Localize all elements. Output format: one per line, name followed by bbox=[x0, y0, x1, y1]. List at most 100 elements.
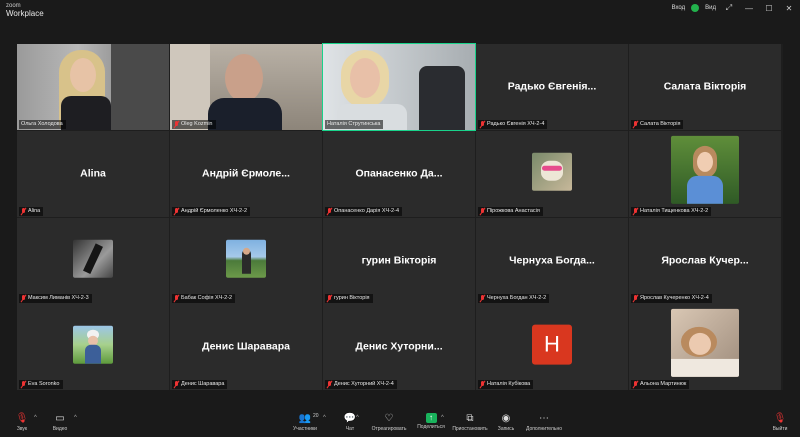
mic-muted-icon bbox=[633, 208, 638, 215]
share-button[interactable]: ↑ Поделиться bbox=[409, 413, 453, 435]
mic-muted-icon bbox=[327, 295, 332, 302]
participant-tile[interactable]: Чернуха Богда... Чернуха Богдан ХЧ-2-2 bbox=[476, 218, 628, 304]
participant-name-label: Eva Soronko bbox=[19, 380, 63, 389]
gallery-grid: Ольга Холодова Oleg Kozmin Наталія Струтин… bbox=[17, 43, 783, 390]
participant-display-name: Alina bbox=[80, 167, 106, 180]
chat-icon: 💬 bbox=[343, 413, 357, 424]
react-button[interactable]: ♡ Отреагировать bbox=[367, 413, 411, 435]
mic-muted-icon bbox=[480, 208, 485, 215]
mic-muted-icon bbox=[174, 121, 179, 128]
participant-display-name: Опанасенко Да... bbox=[355, 167, 443, 180]
participant-tile[interactable]: Eva Soronko bbox=[17, 304, 169, 390]
participant-avatar: H bbox=[532, 324, 572, 365]
participant-display-name: Денис Шаравара bbox=[201, 340, 291, 353]
participant-name-label: Пірожкова Анастасія bbox=[478, 207, 543, 216]
mic-muted-icon bbox=[480, 295, 485, 302]
more-button[interactable]: ⋯ Дополнительно bbox=[522, 413, 566, 435]
record-icon: ◉ bbox=[501, 413, 511, 424]
logo-line-2: Workplace bbox=[6, 9, 44, 18]
participant-name-label: Alina bbox=[19, 207, 44, 216]
login-label[interactable]: Вход bbox=[672, 5, 686, 11]
participant-tile[interactable]: Альона Мартинюк bbox=[629, 304, 781, 390]
participant-display-name: Денис Хуторни... bbox=[355, 340, 443, 353]
mic-muted-icon bbox=[480, 381, 485, 388]
mic-muted-icon bbox=[633, 121, 638, 128]
participant-tile[interactable]: Максим Лиманів ХЧ-2-3 bbox=[17, 218, 169, 304]
participant-tile[interactable]: Салата Вікторія Салата Вікторія bbox=[629, 44, 781, 130]
share-caret-icon[interactable]: ^ bbox=[441, 415, 444, 421]
mic-muted-icon bbox=[174, 295, 179, 302]
participant-name-label: Бабак Софія ХЧ-2-2 bbox=[172, 294, 236, 303]
more-icon: ⋯ bbox=[539, 413, 549, 424]
participants-icon: 👥 bbox=[298, 413, 312, 424]
mic-muted-icon: 🎙 bbox=[15, 413, 29, 424]
participant-name-label: Максим Лиманів ХЧ-2-3 bbox=[19, 294, 92, 303]
chat-button[interactable]: 💬 Чат bbox=[328, 413, 372, 435]
audio-caret-icon[interactable]: ^ bbox=[34, 415, 37, 421]
participant-display-name: Ярослав Кучер... bbox=[661, 254, 749, 267]
participant-name-label: Ольга Холодова bbox=[19, 120, 66, 129]
participant-display-name: Салата Вікторія bbox=[663, 80, 747, 93]
participants-caret-icon[interactable]: ^ bbox=[323, 415, 326, 421]
participant-tile[interactable]: Бабак Софія ХЧ-2-2 bbox=[170, 218, 322, 304]
close-icon[interactable]: ✕ bbox=[782, 4, 796, 13]
participant-tile[interactable]: H Наталія Кубікова bbox=[476, 304, 628, 390]
participant-name-label: Oleg Kozmin bbox=[172, 120, 216, 129]
participant-name-label: Наталія Струтинська bbox=[325, 120, 384, 129]
participant-name-label: гурин Вікторія bbox=[325, 294, 373, 303]
share-screen-icon: ↑ bbox=[425, 413, 437, 423]
mic-muted-icon bbox=[21, 295, 26, 302]
chat-caret-icon[interactable]: ^ bbox=[356, 415, 359, 421]
participants-button[interactable]: 👥 Участники bbox=[283, 413, 327, 435]
pause-icon: ⧉ bbox=[466, 413, 474, 424]
participant-tile[interactable]: гурин Вікторія гурин Вікторія bbox=[323, 218, 475, 304]
participant-display-name: гурин Вікторія bbox=[361, 254, 437, 267]
shield-icon[interactable] bbox=[691, 4, 700, 12]
participant-name-label: Альона Мартинюк bbox=[631, 380, 690, 389]
participant-tile[interactable]: Пірожкова Анастасія bbox=[476, 131, 628, 217]
participant-name-label: Денис Хуторний ХЧ-2-4 bbox=[325, 380, 397, 389]
mic-muted-icon bbox=[633, 295, 638, 302]
leave-icon: 🎙 bbox=[773, 413, 787, 424]
mic-muted-icon bbox=[174, 381, 179, 388]
participant-name-label: Радько Євгенія ХЧ-2-4 bbox=[478, 120, 548, 129]
mic-muted-icon bbox=[327, 381, 332, 388]
view-label[interactable]: Вид bbox=[705, 5, 716, 11]
video-caret-icon[interactable]: ^ bbox=[74, 415, 77, 421]
participant-display-name: Андрій Єрмоле... bbox=[202, 167, 290, 180]
participant-tile[interactable]: Наталія Тищенкова ХЧ-2-2 bbox=[629, 131, 781, 217]
participant-tile[interactable]: Наталія Струтинська bbox=[322, 43, 476, 131]
zoom-logo: zoom Workplace bbox=[6, 2, 44, 18]
leave-button[interactable]: 🎙 Выйти bbox=[758, 413, 800, 435]
participant-name-label: Наталія Тищенкова ХЧ-2-2 bbox=[631, 207, 712, 216]
participant-name-label: Опанасенко Дарія ХЧ-2-4 bbox=[325, 207, 402, 216]
participant-name-label: Денис Шаравара bbox=[172, 380, 228, 389]
participant-tile[interactable]: Андрій Єрмоле... Андрій Єрмоленко ХЧ-2-2 bbox=[170, 131, 322, 217]
title-bar: zoom Workplace Вход Вид ⤢ — ☐ ✕ bbox=[0, 0, 800, 20]
participant-name-label: Ярослав Кучеренко ХЧ-2-4 bbox=[631, 294, 712, 303]
participant-tile[interactable]: Ольга Холодова bbox=[17, 44, 169, 130]
participant-tile[interactable]: Денис Шаравара Денис Шаравара bbox=[170, 304, 322, 390]
participant-tile[interactable]: Радько Євгенія... Радько Євгенія ХЧ-2-4 bbox=[476, 44, 628, 130]
mic-muted-icon bbox=[633, 381, 638, 388]
minimize-icon[interactable]: — bbox=[742, 4, 756, 13]
participant-name-label: Чернуха Богдан ХЧ-2-2 bbox=[478, 294, 550, 303]
mic-muted-icon bbox=[174, 208, 179, 215]
mic-muted-icon bbox=[327, 208, 332, 215]
mic-muted-icon bbox=[21, 381, 26, 388]
participant-tile[interactable]: Денис Хуторни... Денис Хуторний ХЧ-2-4 bbox=[323, 304, 475, 390]
maximize-icon[interactable]: ☐ bbox=[762, 4, 776, 13]
fullscreen-icon[interactable]: ⤢ bbox=[722, 3, 736, 13]
participant-tile[interactable]: Oleg Kozmin bbox=[170, 44, 322, 130]
participant-display-name: Чернуха Богда... bbox=[509, 254, 595, 267]
meeting-toolbar: 🎙 Звук ^ ▭ Видео ^ 👥 Участники 20 ^ 💬 Ча… bbox=[0, 411, 800, 437]
heart-icon: ♡ bbox=[384, 413, 394, 424]
mic-muted-icon bbox=[480, 121, 485, 128]
participant-name-label: Андрій Єрмоленко ХЧ-2-2 bbox=[172, 207, 251, 216]
participant-name-label: Наталія Кубікова bbox=[478, 380, 534, 389]
mic-muted-icon bbox=[21, 208, 26, 215]
participant-tile[interactable]: Ярослав Кучер... Ярослав Кучеренко ХЧ-2-4 bbox=[629, 218, 781, 304]
participant-tile[interactable]: Alina Alina bbox=[17, 131, 169, 217]
participant-display-name: Радько Євгенія... bbox=[507, 80, 597, 93]
participant-tile[interactable]: Опанасенко Да... Опанасенко Дарія ХЧ-2-4 bbox=[323, 131, 475, 217]
